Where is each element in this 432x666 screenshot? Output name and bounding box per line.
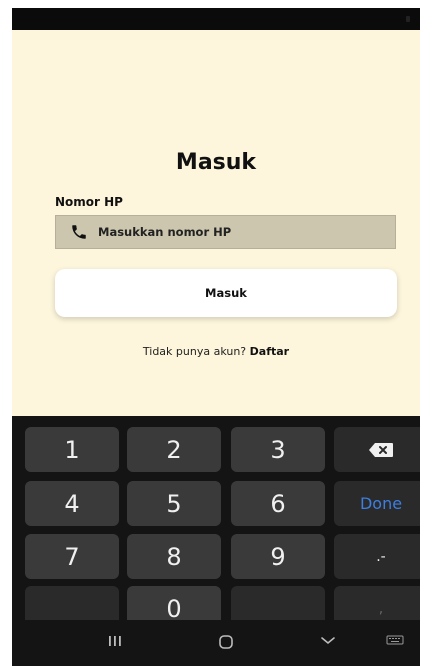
key-1[interactable]: 1 [25,427,119,472]
key-2[interactable]: 2 [127,427,221,472]
key-8[interactable]: 8 [127,534,221,579]
app-screen: Masuk Nomor HP Masukkan nomor HP Masuk T… [12,8,420,666]
register-row: Tidak punya akun? Daftar [12,345,420,358]
back-chevron-icon[interactable] [320,634,336,646]
backspace-icon [368,436,394,464]
key-7[interactable]: 7 [25,534,119,579]
key-5[interactable]: 5 [127,481,221,526]
page-title: Masuk [175,150,257,175]
phone-label: Nomor HP [55,195,123,209]
key-dot-dash[interactable]: .- [334,534,420,579]
login-button[interactable]: Masuk [55,269,397,317]
key-9[interactable]: 9 [231,534,325,579]
navigation-bar [12,620,420,666]
key-6[interactable]: 6 [231,481,325,526]
backspace-key[interactable] [334,427,420,472]
key-3[interactable]: 3 [231,427,325,472]
key-4[interactable]: 4 [25,481,119,526]
phone-input[interactable]: Masukkan nomor HP [55,215,396,249]
phone-input-placeholder: Masukkan nomor HP [98,225,232,239]
phone-icon [70,223,88,241]
no-account-text: Tidak punya akun? [142,345,247,358]
status-bar [12,8,420,30]
register-link[interactable]: Daftar [250,345,289,358]
recent-apps-icon[interactable] [107,634,123,648]
done-key[interactable]: Done [334,481,420,526]
status-indicator [406,16,410,22]
home-icon[interactable] [218,634,234,650]
keyboard-icon[interactable] [386,634,404,646]
